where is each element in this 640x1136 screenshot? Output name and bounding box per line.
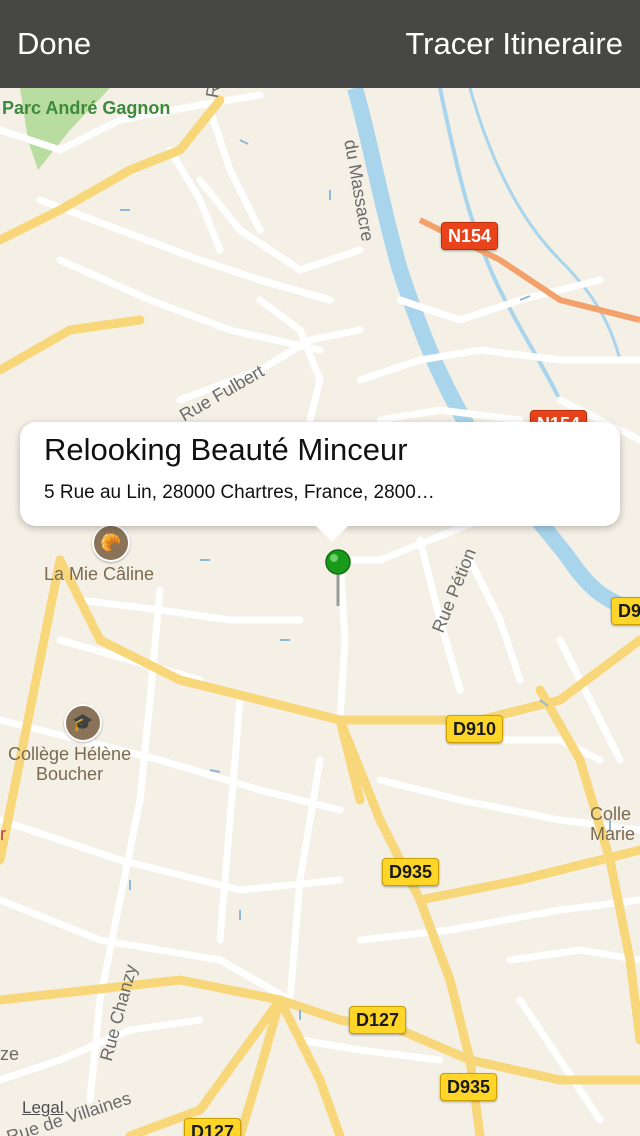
callout-address: 5 Rue au Lin, 28000 Chartres, France, 28… — [44, 482, 435, 503]
street-label-ze: ze — [0, 1044, 20, 1064]
road-badge-d9: D9 — [611, 597, 640, 625]
route-button[interactable]: Tracer Itineraire — [405, 24, 623, 64]
legal-link[interactable]: Legal — [22, 1098, 64, 1118]
poi-label-mie-caline[interactable]: La Mie Câline — [44, 564, 154, 584]
poi-label-college-marie[interactable]: Colle Marie — [590, 804, 635, 844]
graduation-cap-icon[interactable]: 🎓 — [64, 704, 102, 742]
poi-label-college-helene-boucher[interactable]: Collège Hélène Boucher — [8, 744, 131, 784]
callout-tail — [314, 524, 350, 542]
road-badge-d127-2: D127 — [184, 1118, 242, 1136]
location-callout[interactable]: Relooking Beauté Minceur 5 Rue au Lin, 2… — [20, 422, 620, 526]
road-badge-d935-2: D935 — [440, 1073, 498, 1101]
road-badge-d910: D910 — [446, 715, 504, 743]
road-badge-d127: D127 — [349, 1006, 407, 1034]
road-badge-d935: D935 — [382, 858, 440, 886]
location-pin[interactable] — [324, 548, 352, 608]
callout-title: Relooking Beauté Minceur — [44, 432, 408, 467]
bakery-icon[interactable]: 🥐 — [92, 524, 130, 562]
road-badge-n154: N154 — [441, 222, 499, 250]
map-view[interactable]: Parc André Gagnon du Massacre Rue Rue Fu… — [0, 88, 640, 1136]
park-label: Parc André Gagnon — [2, 98, 171, 118]
done-button[interactable]: Done — [17, 24, 91, 64]
navigation-bar: Done Tracer Itineraire — [0, 0, 640, 88]
street-label-r: r — [0, 824, 6, 844]
map-roads — [0, 88, 640, 1136]
